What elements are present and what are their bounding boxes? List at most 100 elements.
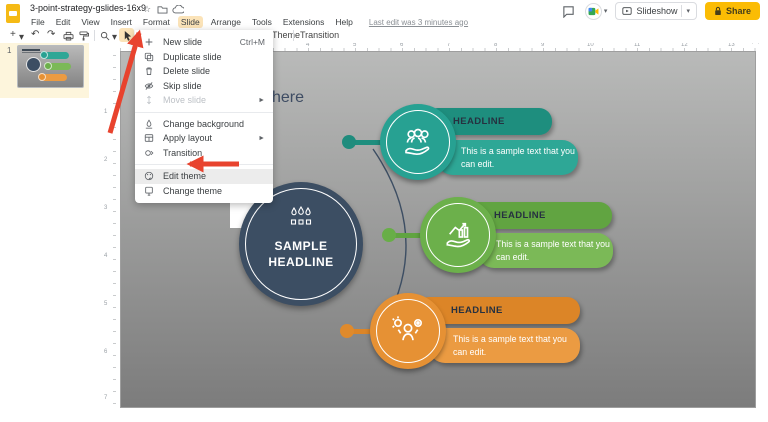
menu-tools[interactable]: Tools: [249, 16, 275, 28]
slideshow-button[interactable]: Slideshow ▾: [615, 2, 697, 20]
ruler-number: 5: [104, 301, 108, 307]
cloud-status-icon[interactable]: [172, 5, 184, 14]
body-banner-2[interactable]: This is a sample text that you can edit.: [478, 233, 613, 268]
item-circle-2[interactable]: [420, 197, 496, 273]
titlebar-actions: ▾ Slideshow ▾ Share: [561, 2, 760, 20]
comments-icon[interactable]: [561, 3, 577, 19]
slideshow-dropdown-caret[interactable]: ▾: [686, 7, 690, 15]
slide-title-text[interactable]: here: [272, 89, 304, 107]
slideshow-divider: [681, 5, 683, 17]
menu-item-delete-slide[interactable]: Delete slide: [135, 64, 273, 79]
new-slide-caret[interactable]: ▾: [19, 32, 24, 43]
meet-button[interactable]: ▾: [584, 2, 608, 20]
ruler-number: 3: [104, 205, 108, 211]
zoom-icon[interactable]: [100, 31, 110, 41]
redo-icon[interactable]: ↷: [47, 29, 55, 40]
thumb-dot-orange: [38, 73, 46, 81]
change-theme-icon: [143, 185, 155, 197]
menu-item-edit-theme[interactable]: Edit theme: [135, 169, 273, 184]
growth-in-hand-icon: [446, 222, 470, 248]
menu-item-new-slide[interactable]: New slide Ctrl+M: [135, 35, 273, 50]
slides-logo-icon[interactable]: [6, 4, 20, 23]
meet-camera-icon: [584, 2, 602, 20]
menu-item-duplicate-slide[interactable]: Duplicate slide: [135, 50, 273, 65]
layout-icon: [143, 132, 155, 144]
vertical-ruler: 1 2 3 4 5 6 7: [100, 51, 117, 408]
body-banner-1[interactable]: This is a sample text that you can edit.: [437, 140, 578, 175]
menubar: File Edit View Insert Format Slide Arran…: [28, 16, 468, 28]
idea-person-icon: [392, 316, 423, 341]
share-button[interactable]: Share: [704, 2, 760, 20]
slideshow-label: Slideshow: [636, 6, 678, 16]
toolbar-divider: [94, 30, 95, 41]
ruler-number: 4: [104, 253, 108, 259]
move-folder-icon[interactable]: [157, 5, 168, 14]
document-title[interactable]: 3-point-strategy-gslides-16x9: [30, 3, 146, 13]
theme-button[interactable]: Theme: [272, 30, 300, 40]
slideshow-play-icon: [622, 7, 633, 15]
toolbar-divider-2: [293, 30, 294, 41]
titlebar: 3-point-strategy-gslides-16x9 ☆ File Edi…: [0, 0, 768, 28]
paint-format-icon[interactable]: [79, 31, 89, 41]
menu-file[interactable]: File: [28, 16, 48, 28]
menu-insert[interactable]: Insert: [108, 16, 135, 28]
thumb-dot-green: [44, 62, 52, 70]
menu-item-move-slide[interactable]: Move slide ►: [135, 93, 273, 108]
last-edit-link[interactable]: Last edit was 3 minutes ago: [369, 18, 468, 27]
share-label: Share: [725, 6, 751, 16]
google-slides-app: { "titlebar": { "doc_title": "3-point-st…: [0, 0, 768, 422]
menu-item-change-theme[interactable]: Change theme: [135, 184, 273, 199]
select-cursor-icon[interactable]: [123, 30, 132, 41]
menu-item-change-background[interactable]: Change background: [135, 117, 273, 132]
submenu-arrow-icon: ►: [258, 96, 265, 104]
team-in-hand-icon: [405, 128, 430, 156]
zoom-caret[interactable]: ▾: [112, 32, 117, 43]
star-icon[interactable]: ☆: [143, 4, 151, 14]
meet-dropdown-caret[interactable]: ▾: [604, 7, 608, 15]
transition-icon: [143, 147, 155, 159]
menu-item-apply-layout[interactable]: Apply layout ►: [135, 131, 273, 146]
sample-headline-text[interactable]: SAMPLE HEADLINE: [239, 238, 363, 270]
print-icon[interactable]: [63, 31, 74, 41]
body-text-2: This is a sample text that you can edit.: [496, 239, 610, 262]
connector-dot-3: [340, 324, 354, 338]
headline-text-3: HEADLINE: [451, 305, 503, 316]
connector-dot-1: [342, 135, 356, 149]
menu-divider: [135, 164, 273, 165]
menu-view[interactable]: View: [78, 16, 102, 28]
undo-icon[interactable]: ↶: [31, 29, 39, 40]
ruler-number: 2: [104, 157, 108, 163]
slide-dropdown-menu: New slide Ctrl+M Duplicate slide Delete …: [135, 30, 273, 203]
menu-edit[interactable]: Edit: [53, 16, 74, 28]
menu-help[interactable]: Help: [332, 16, 355, 28]
trash-icon: [143, 65, 155, 77]
menu-divider: [135, 111, 273, 113]
thumb-center-circle: [26, 57, 41, 72]
menu-slide[interactable]: Slide: [177, 16, 203, 28]
menu-arrange[interactable]: Arrange: [208, 16, 244, 28]
new-slide-plus-icon[interactable]: +: [10, 29, 16, 40]
transition-button[interactable]: Transition: [300, 30, 339, 40]
slide-thumbnail[interactable]: [17, 45, 84, 88]
submenu-arrow-icon: ►: [258, 134, 265, 142]
menu-extensions[interactable]: Extensions: [280, 16, 328, 28]
item-circle-1[interactable]: [380, 104, 456, 180]
background-droplet-icon: [143, 118, 155, 130]
body-banner-3[interactable]: This is a sample text that you can edit.: [429, 328, 580, 363]
eye-off-icon: [143, 80, 155, 92]
slide-filmstrip: 1: [0, 43, 99, 422]
ruler-number: 1: [104, 109, 108, 115]
headline-text-1: HEADLINE: [453, 116, 505, 127]
toolbar: + ▾ ↶ ↷ ▾ Theme Transition: [0, 28, 768, 43]
headline-text-2: HEADLINE: [494, 210, 546, 221]
item-circle-3[interactable]: [370, 293, 446, 369]
thumb-title-line: [22, 49, 40, 51]
menu-item-transition[interactable]: Transition: [135, 146, 273, 161]
ruler-number: 7: [104, 395, 108, 401]
palette-icon: [143, 170, 155, 182]
resources-drops-icon: [286, 206, 316, 232]
slide-number: 1: [7, 46, 12, 55]
body-text-1: This is a sample text that you can edit.: [461, 146, 575, 169]
menu-item-skip-slide[interactable]: Skip slide: [135, 79, 273, 94]
menu-format[interactable]: Format: [140, 16, 173, 28]
